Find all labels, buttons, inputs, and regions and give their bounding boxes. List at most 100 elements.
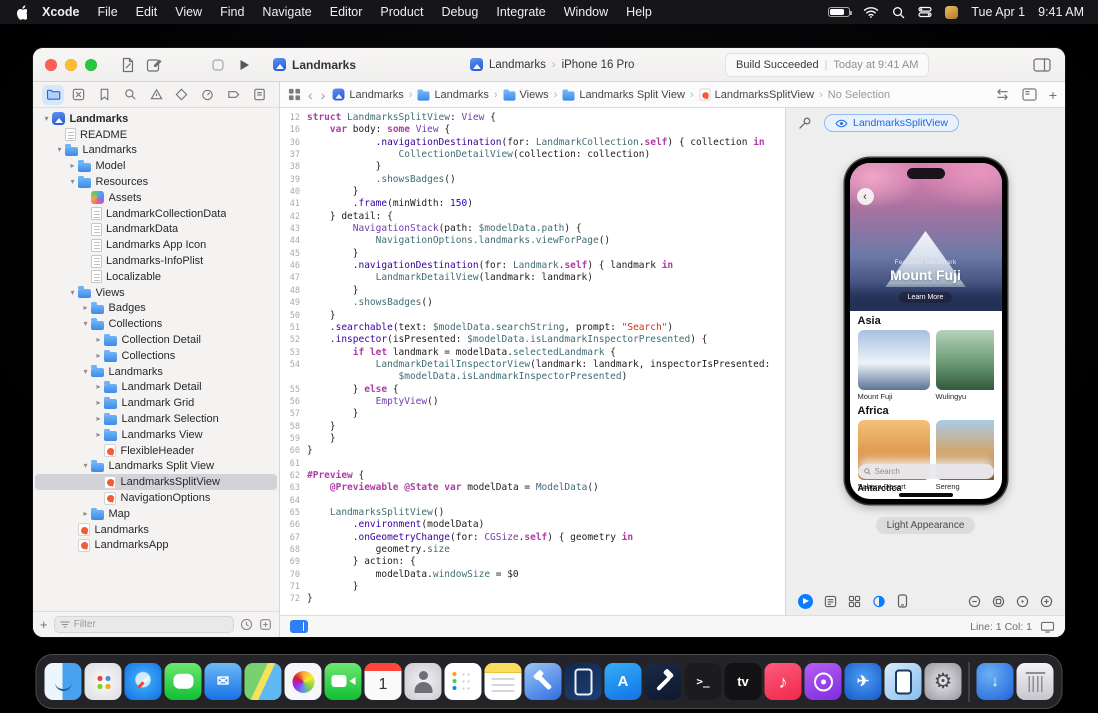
file-tree-row[interactable]: README <box>35 127 277 143</box>
landmark-thumbnail[interactable]: Sahara Desert <box>858 420 930 491</box>
code-line[interactable]: 36 .navigationDestination(for: LandmarkC… <box>280 137 785 149</box>
file-tree-row[interactable]: ▾Landmarks <box>35 143 277 159</box>
add-file-button[interactable]: + <box>40 618 48 631</box>
file-tree-row[interactable]: Assets <box>35 190 277 206</box>
code-line[interactable]: 47 LandmarkDetailView(landmark: landmark… <box>280 272 785 284</box>
phone-search-bar[interactable]: Search <box>858 464 994 479</box>
menu-editor[interactable]: Editor <box>321 5 372 19</box>
menu-edit[interactable]: Edit <box>127 5 167 19</box>
disclosure-triangle-icon[interactable]: ▸ <box>80 510 91 518</box>
code-line[interactable]: 55 } else { <box>280 384 785 396</box>
code-line[interactable]: 61 <box>280 458 785 470</box>
zoom-window-button[interactable] <box>85 59 97 71</box>
code-line[interactable]: 54 LandmarkDetailInspectorView(landmark:… <box>280 359 785 371</box>
file-tree-row[interactable]: ▸Landmark Detail <box>35 380 277 396</box>
code-line[interactable]: 64 <box>280 495 785 507</box>
dock-iphone-mirroring-icon[interactable] <box>885 663 922 700</box>
disclosure-triangle-icon[interactable]: ▾ <box>80 320 91 328</box>
menu-find[interactable]: Find <box>211 5 253 19</box>
edit-document-icon[interactable] <box>115 54 141 76</box>
code-line[interactable]: 42 } detail: { <box>280 211 785 223</box>
wifi-icon[interactable] <box>863 6 879 18</box>
dock-xcode-icon[interactable] <box>525 663 562 700</box>
file-tree-row[interactable]: ▸Landmark Grid <box>35 395 277 411</box>
activity-view[interactable]: Build Succeeded | Today at 9:41 AM <box>725 53 929 77</box>
code-line[interactable]: 63 @Previewable @State var modelData = M… <box>280 482 785 494</box>
pin-icon[interactable] <box>798 116 812 130</box>
disclosure-triangle-icon[interactable]: ▸ <box>93 383 104 391</box>
dock-facetime-icon[interactable] <box>325 663 362 700</box>
file-tree-row[interactable]: LandmarksApp <box>35 538 277 554</box>
find-navigator-icon[interactable] <box>119 85 141 105</box>
color-scheme-variants-icon[interactable] <box>872 595 886 608</box>
source-control-filter-icon[interactable] <box>259 618 272 631</box>
back-button[interactable]: ‹ <box>307 88 314 102</box>
control-center-icon[interactable] <box>918 6 932 18</box>
code-line[interactable]: 48 } <box>280 285 785 297</box>
dock-mail-icon[interactable]: ✉ <box>205 663 242 700</box>
close-window-button[interactable] <box>45 59 57 71</box>
disclosure-triangle-icon[interactable]: ▸ <box>93 352 104 360</box>
dock-finder-icon[interactable] <box>45 663 82 700</box>
code-line[interactable]: 37 CollectionDetailView(collection: coll… <box>280 149 785 161</box>
featured-landmark-card[interactable]: Featured Landmark Mount Fuji Learn More <box>850 163 1002 311</box>
code-line[interactable]: 59 } <box>280 433 785 445</box>
disclosure-triangle-icon[interactable]: ▾ <box>80 462 91 470</box>
code-line[interactable]: 65 LandmarksSplitView() <box>280 507 785 519</box>
dock-appstore-icon[interactable]: A <box>605 663 642 700</box>
code-line[interactable]: 66 .environment(modelData) <box>280 519 785 531</box>
menu-bar-time[interactable]: 9:41 AM <box>1038 5 1084 19</box>
menu-navigate[interactable]: Navigate <box>253 5 320 19</box>
compose-document-icon[interactable] <box>141 54 167 76</box>
landmark-thumbnail[interactable]: Wulingyu <box>936 330 994 401</box>
code-line[interactable]: 58 } <box>280 421 785 433</box>
source-editor[interactable]: 12struct LandmarksSplitView: View {16 va… <box>280 108 785 615</box>
zoom-out-icon[interactable] <box>968 595 981 608</box>
dock-trash-icon[interactable] <box>1017 663 1054 700</box>
variants-icon[interactable] <box>848 595 861 608</box>
file-tree-row[interactable]: Landmarks-InfoPlist <box>35 253 277 269</box>
bookmark-navigator-icon[interactable] <box>94 85 116 105</box>
recent-files-filter-icon[interactable] <box>240 618 253 631</box>
code-line[interactable]: 52 .inspector(isPresented: $modelData.is… <box>280 334 785 346</box>
iphone-preview[interactable]: ‹ Featured Landmark Mount Fuji Learn Mor… <box>845 158 1007 504</box>
battery-icon[interactable] <box>828 7 850 17</box>
menu-bar-date[interactable]: Tue Apr 1 <box>971 5 1025 19</box>
appearance-button[interactable]: Light Appearance <box>876 517 976 534</box>
code-line[interactable]: 16 var body: some View { <box>280 124 785 136</box>
breadcrumb-item[interactable]: Views <box>503 89 549 101</box>
dock-launchpad-icon[interactable] <box>85 663 122 700</box>
file-tree-row[interactable]: ▸Model <box>35 158 277 174</box>
menu-product[interactable]: Product <box>371 5 432 19</box>
menu-file[interactable]: File <box>89 5 127 19</box>
live-preview-button[interactable] <box>798 594 813 609</box>
dock-music-icon[interactable]: ♪ <box>765 663 802 700</box>
file-tree-row[interactable]: ▾Views <box>35 285 277 301</box>
disclosure-triangle-icon[interactable]: ▾ <box>41 115 52 123</box>
code-line[interactable]: 12struct LandmarksSplitView: View { <box>280 112 785 124</box>
code-line[interactable]: 45 } <box>280 248 785 260</box>
dock-tv-icon[interactable]: tv <box>725 663 762 700</box>
breadcrumb-item[interactable]: LandmarksSplitView <box>699 88 814 101</box>
dock-safari-icon[interactable] <box>125 663 162 700</box>
file-tree-row[interactable]: ▾Landmarks <box>35 111 277 127</box>
code-line[interactable]: 38 } <box>280 161 785 173</box>
menu-xcode[interactable]: Xcode <box>33 5 89 19</box>
project-navigator-icon[interactable] <box>42 85 64 105</box>
back-chevron-button[interactable]: ‹ <box>857 188 874 205</box>
code-line[interactable]: 51 .searchable(text: $modelData.searchSt… <box>280 322 785 334</box>
window-tab[interactable]: Landmarks <box>273 58 356 72</box>
disclosure-triangle-icon[interactable]: ▸ <box>93 415 104 423</box>
dock-contacts-icon[interactable] <box>405 663 442 700</box>
file-tree-row[interactable]: FlexibleHeader <box>35 443 277 459</box>
breadcrumb-item[interactable]: No Selection <box>828 89 890 101</box>
zoom-actual-size-icon[interactable] <box>1016 595 1029 608</box>
display-icon[interactable] <box>1040 621 1055 633</box>
zoom-in-icon[interactable] <box>1040 595 1053 608</box>
file-tree-row[interactable]: ▸Collection Detail <box>35 332 277 348</box>
dock-messages-icon[interactable] <box>165 663 202 700</box>
landmark-thumbnail[interactable]: Mount Fuji <box>858 330 930 401</box>
device-settings-icon[interactable] <box>897 594 908 608</box>
code-line[interactable]: 46 .navigationDestination(for: Landmark.… <box>280 260 785 272</box>
source-control-navigator-icon[interactable] <box>68 85 90 105</box>
